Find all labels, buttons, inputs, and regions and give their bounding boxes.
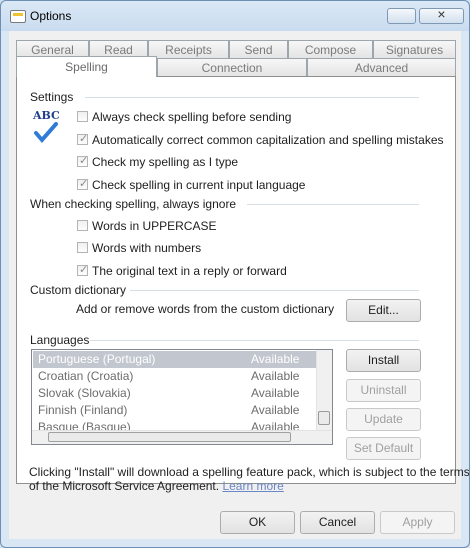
custom-dictionary-divider: [130, 290, 419, 291]
ignore-numbers-label: Words with numbers: [92, 241, 202, 255]
check-input-language-label: Check spelling in current input language: [92, 178, 306, 192]
window-title: Options: [30, 9, 72, 23]
language-name: Croatian (Croatia): [38, 369, 134, 383]
ignore-numbers-checkbox[interactable]: [77, 242, 88, 253]
dialog-client: General Read Receipts Send Compose Signa…: [9, 31, 469, 539]
tab-signatures[interactable]: Signatures: [373, 40, 456, 58]
tab-receipts[interactable]: Receipts: [148, 40, 229, 58]
language-status: Available: [251, 403, 300, 417]
autocorrect-label: Automatically correct common capitalizat…: [92, 133, 444, 147]
ignore-original-text-label: The original text in a reply or forward: [92, 264, 287, 278]
uninstall-button[interactable]: Uninstall: [346, 379, 421, 402]
custom-dictionary-description: Add or remove words from the custom dict…: [76, 302, 335, 316]
tab-advanced[interactable]: Advanced: [307, 58, 456, 76]
app-icon: [10, 10, 26, 23]
learn-more-link[interactable]: Learn more: [222, 479, 283, 493]
close-button[interactable]: ×: [419, 6, 464, 24]
language-row[interactable]: Portuguese (Portugal) Available: [33, 351, 318, 368]
install-note-line1: Clicking "Install" will download a spell…: [29, 465, 470, 479]
install-note-text: of the Microsoft Service Agreement.: [29, 479, 220, 493]
check-as-i-type-label: Check my spelling as I type: [92, 155, 239, 169]
checkmark-icon: [34, 122, 58, 144]
tab-spelling[interactable]: Spelling: [16, 56, 157, 77]
install-note-line2: of the Microsoft Service Agreement. Lear…: [29, 479, 284, 493]
ignore-uppercase-label: Words in UPPERCASE: [92, 219, 217, 233]
abc-icon-text: ABC: [33, 109, 60, 122]
ignore-heading: When checking spelling, always ignore: [30, 197, 237, 211]
language-status: Available: [251, 352, 300, 366]
spelling-abc-icon: ABC: [33, 109, 63, 147]
options-window: Options × General Read Receipts Send Com…: [0, 0, 470, 548]
edit-dictionary-button[interactable]: Edit...: [346, 299, 421, 322]
title-bar: Options ×: [1, 1, 469, 31]
minimize-button[interactable]: [387, 8, 416, 24]
tab-connection[interactable]: Connection: [157, 58, 307, 76]
apply-button[interactable]: Apply: [380, 511, 455, 534]
vertical-scroll-thumb[interactable]: [318, 411, 330, 425]
install-button[interactable]: Install: [346, 349, 421, 372]
autocorrect-checkbox[interactable]: [77, 132, 88, 145]
always-check-before-sending-label: Always check spelling before sending: [92, 110, 292, 124]
always-check-before-sending-checkbox[interactable]: [77, 111, 88, 122]
language-row[interactable]: Slovak (Slovakia) Available: [33, 385, 318, 402]
cancel-button[interactable]: Cancel: [300, 511, 375, 534]
language-name: Slovak (Slovakia): [38, 386, 131, 400]
language-name: Portuguese (Portugal): [38, 352, 156, 366]
languages-heading: Languages: [30, 333, 90, 347]
close-icon: ×: [437, 6, 446, 22]
update-button[interactable]: Update: [346, 408, 421, 431]
languages-vertical-scrollbar[interactable]: [316, 350, 332, 432]
custom-dictionary-heading: Custom dictionary: [30, 283, 127, 297]
languages-list[interactable]: Portuguese (Portugal) Available Croatian…: [31, 349, 333, 445]
language-row[interactable]: Croatian (Croatia) Available: [33, 368, 318, 385]
language-row[interactable]: Finnish (Finland) Available: [33, 402, 318, 419]
check-as-i-type-checkbox[interactable]: [77, 154, 88, 167]
language-name: Finnish (Finland): [38, 403, 128, 417]
horizontal-scroll-thumb[interactable]: [48, 432, 291, 442]
ignore-uppercase-checkbox[interactable]: [77, 220, 88, 231]
language-status: Available: [251, 369, 300, 383]
settings-divider: [85, 97, 419, 98]
languages-horizontal-scrollbar[interactable]: [32, 430, 332, 444]
tab-send[interactable]: Send: [229, 40, 288, 58]
set-default-button[interactable]: Set Default: [346, 437, 421, 460]
ignore-original-text-checkbox[interactable]: [77, 263, 88, 276]
ignore-divider: [247, 204, 419, 205]
languages-divider: [90, 340, 419, 341]
ok-button[interactable]: OK: [220, 511, 295, 534]
language-status: Available: [251, 386, 300, 400]
check-input-language-checkbox[interactable]: [77, 177, 88, 190]
settings-heading: Settings: [30, 90, 74, 104]
tab-compose[interactable]: Compose: [288, 40, 373, 58]
